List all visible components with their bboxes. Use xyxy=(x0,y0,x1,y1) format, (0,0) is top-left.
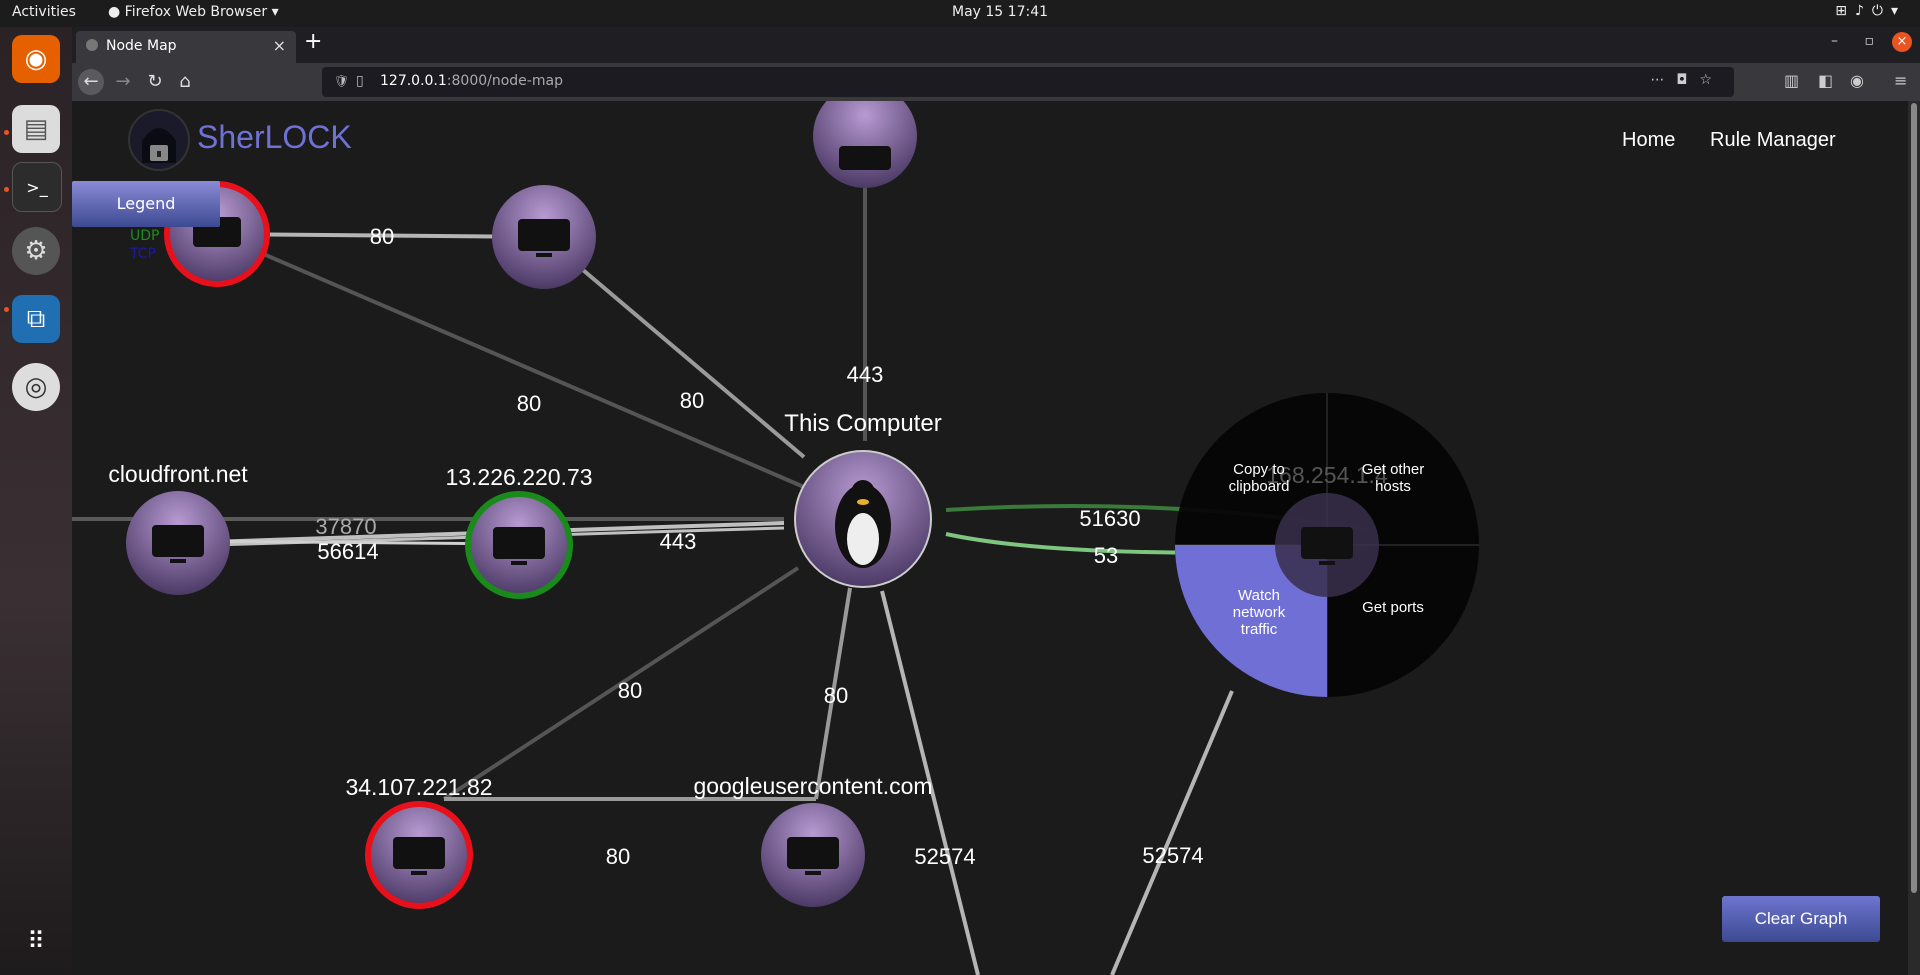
pocket-icon[interactable]: ◘ xyxy=(1676,72,1699,88)
edge-label: 80 xyxy=(370,224,394,249)
system-top-bar: Activities ● Firefox Web Browser ▾ May 1… xyxy=(0,0,1920,27)
sherlock-logo xyxy=(128,109,190,171)
tab-node-map[interactable]: Node Map × xyxy=(76,31,296,63)
running-indicator xyxy=(4,307,9,312)
volume-icon: ♪ xyxy=(1854,3,1872,19)
page-content: 80 80 80 443 37870 56614 443 51630 53 80… xyxy=(72,101,1908,975)
edge-label: 53 xyxy=(1094,543,1118,568)
edge-label: 80 xyxy=(824,683,848,708)
favicon-icon xyxy=(86,39,98,51)
edge-label: 37870 xyxy=(315,514,376,539)
navigation-toolbar: ← → ↻ ⌂ 🛡 ▯ 127.0.0.1:8000/node-map ⋯◘☆ … xyxy=(72,63,1920,101)
system-tray[interactable]: ⊞♪⏻▾ xyxy=(1835,3,1906,19)
files-icon[interactable]: ▤ xyxy=(12,105,60,153)
edge-label: 80 xyxy=(680,388,704,413)
window-close-icon[interactable]: × xyxy=(1892,32,1912,52)
running-indicator xyxy=(4,130,9,135)
node-googleusercontent[interactable] xyxy=(761,803,865,907)
menu-watch-label: Watch xyxy=(1238,587,1280,604)
library-icon[interactable]: ▥ xyxy=(1784,71,1799,90)
edge-label: 52574 xyxy=(914,844,975,869)
more-actions-icon[interactable]: ⋯ xyxy=(1650,72,1676,88)
forward-button[interactable]: → xyxy=(110,69,136,95)
node-34-107-221-82[interactable] xyxy=(365,801,473,909)
node-13-226-220-73[interactable] xyxy=(465,491,573,599)
vscode-icon[interactable]: ⧉ xyxy=(12,295,60,343)
bookmark-star-icon[interactable]: ☆ xyxy=(1699,72,1724,88)
account-icon[interactable]: ◉ xyxy=(1850,71,1864,90)
edge-label: 443 xyxy=(847,362,884,387)
app-grid-icon[interactable]: ⠿ xyxy=(12,917,60,965)
edge-label: 52574 xyxy=(1142,843,1203,868)
scrollbar-thumb[interactable] xyxy=(1911,103,1917,893)
terminal-icon[interactable]: >_ xyxy=(12,162,62,212)
home-button[interactable]: ⌂ xyxy=(172,69,198,95)
menu-get-hosts[interactable]: Get other xyxy=(1362,461,1425,478)
back-button[interactable]: ← xyxy=(78,69,104,95)
page-actions: ⋯◘☆ xyxy=(1650,72,1724,88)
menu-get-ports[interactable]: Get ports xyxy=(1362,599,1424,616)
power-icon: ⏻ xyxy=(1871,3,1891,19)
legend-udp: UDP xyxy=(130,228,160,244)
menu-watch-label-3: traffic xyxy=(1241,621,1278,638)
menu-watch-label-2: network xyxy=(1233,604,1286,621)
edge-label: 443 xyxy=(660,529,697,554)
url-host: 127.0.0.1 xyxy=(380,73,447,89)
legend-button[interactable]: Legend xyxy=(72,181,220,227)
activities-button[interactable]: Activities xyxy=(12,4,76,20)
context-menu: 168.254.1.4 Copy to clipboard Get other … xyxy=(1175,393,1479,697)
menu-copy-clipboard[interactable]: Copy to xyxy=(1233,461,1285,478)
tab-strip: Node Map × + – ▫ × xyxy=(72,27,1920,63)
url-text[interactable]: 127.0.0.1:8000/node-map xyxy=(380,73,563,89)
hacker-icon xyxy=(142,128,176,163)
node-graph: 80 80 80 443 37870 56614 443 51630 53 80… xyxy=(72,101,1479,975)
menu-get-hosts-line2: hosts xyxy=(1375,478,1411,495)
disc-icon[interactable]: ◎ xyxy=(12,363,60,411)
edge-label: 80 xyxy=(517,391,541,416)
edge-label: 51630 xyxy=(1079,506,1140,531)
firefox-icon: ● xyxy=(108,4,125,20)
app-name: Firefox Web Browser xyxy=(124,4,268,20)
clock[interactable]: May 15 17:41 xyxy=(952,4,1048,20)
restore-icon[interactable]: ▫ xyxy=(1865,33,1875,49)
node-top[interactable] xyxy=(492,185,596,289)
page-info-icon[interactable]: ▯ xyxy=(356,73,364,89)
edge-label: 80 xyxy=(606,844,630,869)
reload-button[interactable]: ↻ xyxy=(142,69,168,95)
node-top-center[interactable] xyxy=(813,101,917,188)
minimize-icon[interactable]: – xyxy=(1831,33,1838,49)
close-tab-icon[interactable]: × xyxy=(273,36,286,55)
url-bar[interactable]: 🛡 ▯ 127.0.0.1:8000/node-map ⋯◘☆ xyxy=(322,67,1734,97)
page-scrollbar[interactable] xyxy=(1908,101,1920,975)
nav-rule-manager[interactable]: Rule Manager xyxy=(1710,129,1836,152)
edge-label: 56614 xyxy=(317,539,378,564)
menu-copy-clipboard-line2: clipboard xyxy=(1229,478,1290,495)
node-cloudfront[interactable] xyxy=(126,491,230,595)
node-label: cloudfront.net xyxy=(108,461,248,487)
node-this-computer[interactable] xyxy=(794,450,932,588)
node-label: googleusercontent.com xyxy=(693,773,932,799)
url-path: :8000/node-map xyxy=(446,73,563,89)
node-label: 34.107.221.82 xyxy=(345,774,492,800)
menu-icon[interactable]: ≡ xyxy=(1894,71,1907,90)
dock: ◉ ▤ >_ ⚙ ⧉ ◎ ⠿ xyxy=(0,27,72,975)
tab-title: Node Map xyxy=(106,38,177,54)
node-label: This Computer xyxy=(784,410,941,437)
brand-name[interactable]: SherLOCK xyxy=(197,119,352,156)
edge xyxy=(1110,690,1234,975)
running-indicator xyxy=(4,187,9,192)
network-icon: ⊞ xyxy=(1835,3,1855,19)
nav-home[interactable]: Home xyxy=(1622,129,1675,152)
firefox-icon[interactable]: ◉ xyxy=(12,35,60,83)
edge-label: 80 xyxy=(618,678,642,703)
tracking-protection-icon[interactable]: 🛡 xyxy=(334,74,349,88)
legend-tcp: TCP xyxy=(130,246,156,262)
new-tab-button[interactable]: + xyxy=(304,29,322,54)
app-menu[interactable]: ● Firefox Web Browser ▾ xyxy=(108,4,279,20)
node-label: 13.226.220.73 xyxy=(445,464,592,490)
settings-icon[interactable]: ⚙ xyxy=(12,227,60,275)
clear-graph-button[interactable]: Clear Graph xyxy=(1722,896,1880,942)
sidebar-icon[interactable]: ◧ xyxy=(1818,71,1833,90)
